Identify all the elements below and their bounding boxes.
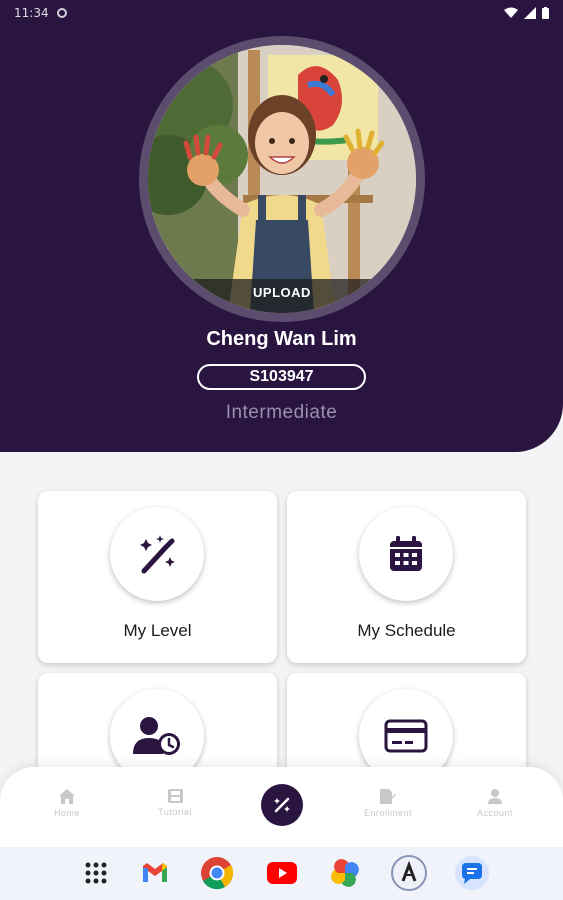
card-my-level[interactable]: My Level — [38, 491, 277, 663]
nav-center-button[interactable] — [261, 784, 303, 826]
signal-icon — [524, 7, 536, 19]
person-icon — [488, 789, 502, 804]
app-icon[interactable] — [391, 855, 427, 891]
upload-button[interactable]: UPLOAD — [148, 279, 416, 313]
student-name: Cheng Wan Lim — [206, 328, 357, 350]
film-icon — [167, 789, 183, 803]
apps-grid-icon[interactable] — [78, 855, 114, 891]
messages-icon[interactable] — [454, 855, 490, 891]
nav-account[interactable]: Account — [450, 789, 540, 818]
gmail-icon[interactable] — [137, 855, 173, 891]
magic-wand-icon — [274, 797, 290, 813]
nav-label: Enrollment — [363, 808, 413, 818]
nav-label: Home — [53, 808, 80, 818]
avatar[interactable]: UPLOAD — [148, 45, 416, 313]
student-level: Intermediate — [225, 402, 338, 423]
nav-tutorial[interactable]: Tutorial — [130, 789, 220, 817]
sync-icon — [56, 8, 67, 18]
edit-document-icon — [380, 789, 396, 804]
youtube-icon[interactable] — [264, 855, 300, 891]
nav-label: Account — [476, 808, 514, 818]
card-label: My Level — [123, 621, 192, 640]
home-icon — [59, 789, 75, 804]
nav-home[interactable]: Home — [22, 789, 112, 818]
upload-label: UPLOAD — [253, 285, 311, 300]
status-bar: 11:34 — [0, 0, 563, 26]
nav-label: Tutorial — [158, 807, 192, 817]
user-clock-icon — [133, 717, 180, 755]
status-time: 11:34 — [14, 6, 49, 20]
magic-wand-icon — [140, 535, 175, 574]
nav-enrollment[interactable]: Enrollment — [343, 789, 433, 818]
card-label: My Schedule — [357, 621, 456, 640]
calendar-icon — [390, 536, 422, 571]
system-dock — [0, 847, 563, 900]
card-icon-circle — [110, 507, 204, 601]
card-icon-circle — [359, 507, 453, 601]
chrome-icon[interactable] — [199, 855, 235, 891]
wifi-icon — [504, 7, 518, 18]
card-my-schedule[interactable]: My Schedule — [287, 491, 526, 663]
credit-card-icon — [384, 719, 428, 753]
profile-photo — [148, 45, 416, 313]
bottom-navigation: Home Tutorial Enrollment Account — [0, 767, 563, 847]
battery-icon — [542, 7, 549, 19]
photos-icon[interactable] — [327, 855, 363, 891]
student-id-badge: S103947 — [197, 364, 366, 390]
